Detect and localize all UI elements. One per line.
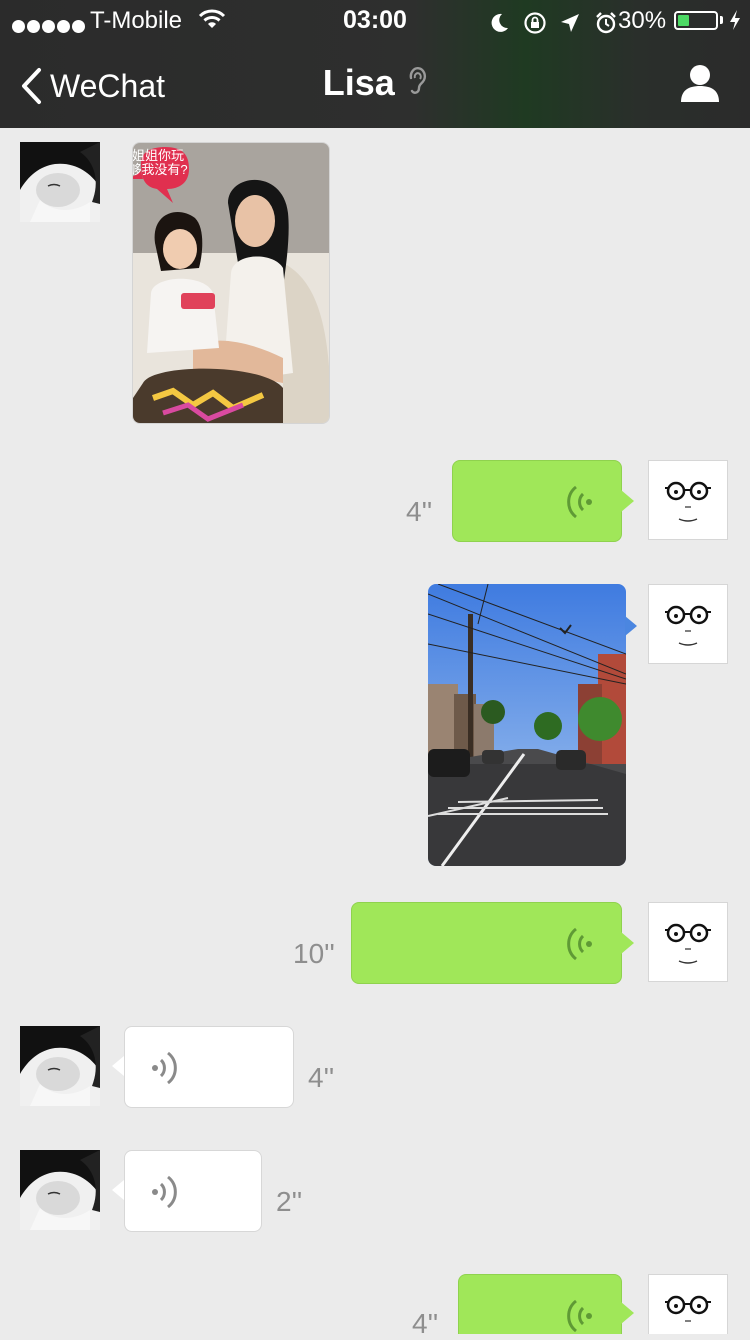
avatar-me[interactable]	[648, 460, 728, 540]
avatar-me[interactable]	[648, 902, 728, 982]
avatar-lisa[interactable]	[20, 1026, 100, 1106]
voice-duration: 4''	[412, 1308, 439, 1339]
voice-message-outgoing[interactable]	[351, 902, 622, 984]
voice-wave-icon	[149, 1049, 179, 1092]
voice-duration: 2''	[276, 1186, 303, 1217]
battery-icon	[674, 11, 718, 30]
status-bar: T-Mobile 03:00 30%	[0, 0, 750, 40]
chat-title: Lisa	[322, 62, 395, 103]
voice-message-incoming[interactable]	[124, 1150, 262, 1232]
voice-wave-icon	[565, 925, 595, 968]
avatar-me[interactable]	[648, 584, 728, 664]
voice-duration: 4''	[308, 1062, 335, 1093]
avatar-me[interactable]	[648, 1274, 728, 1334]
chat-image-family-photo[interactable]: 姐姐你玩够我没有?	[132, 142, 330, 424]
avatar-lisa[interactable]	[20, 1150, 100, 1230]
voice-message-outgoing[interactable]	[452, 460, 622, 542]
chat-image-street-photo[interactable]	[428, 584, 626, 866]
voice-duration: 4''	[406, 496, 433, 527]
avatar-lisa[interactable]	[20, 142, 100, 222]
voice-message-outgoing[interactable]	[458, 1274, 622, 1334]
rotation-lock-icon	[524, 12, 546, 34]
voice-message-incoming[interactable]	[124, 1026, 294, 1108]
alarm-icon	[596, 11, 616, 33]
top-bar: T-Mobile 03:00 30% WeChat Lisa	[0, 0, 750, 128]
voice-duration: 10''	[293, 938, 335, 969]
voice-wave-icon	[565, 483, 595, 526]
profile-button[interactable]	[680, 64, 720, 107]
profile-icon	[681, 65, 719, 102]
moon-icon	[491, 13, 508, 32]
location-arrow-icon	[561, 13, 580, 32]
charging-bolt-icon	[730, 10, 740, 30]
sticker-text: 姐姐你玩够我没有?	[132, 148, 188, 177]
ear-icon	[407, 66, 427, 101]
battery-percent: 30%	[618, 7, 667, 34]
voice-wave-icon	[149, 1173, 179, 1216]
